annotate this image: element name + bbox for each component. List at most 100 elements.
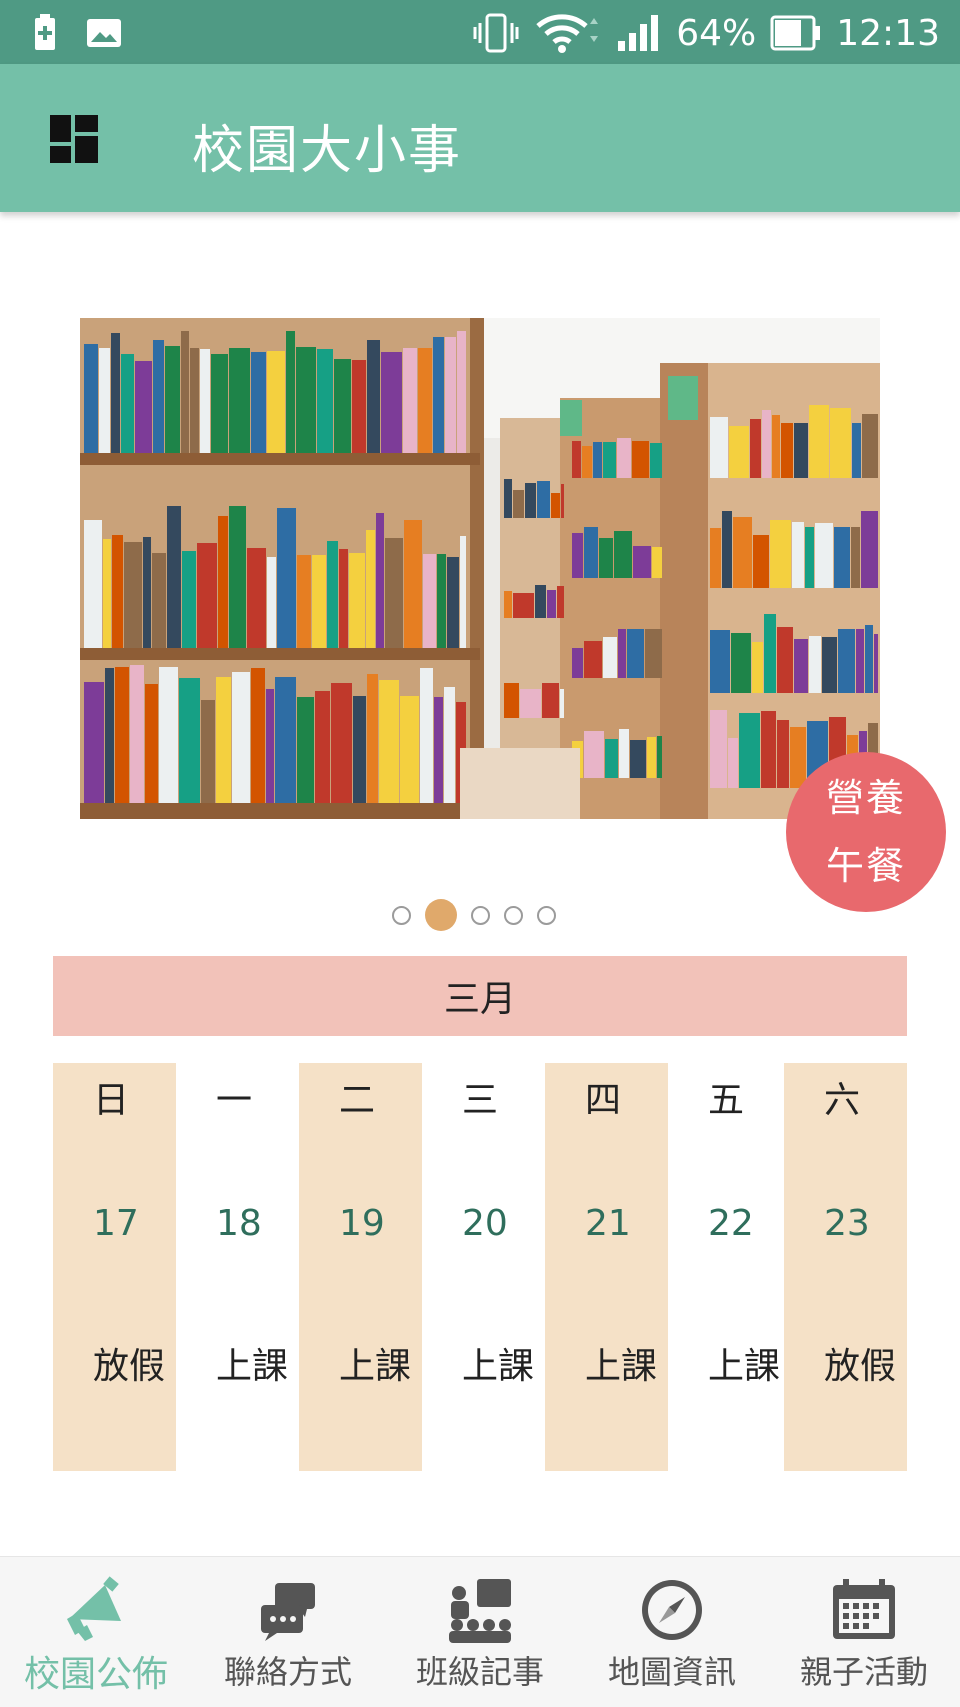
book-spine	[792, 522, 804, 588]
book-spine	[105, 668, 114, 803]
wifi-icon	[536, 14, 599, 53]
book-spine	[722, 511, 732, 588]
book-spine	[216, 677, 231, 803]
book-spine	[729, 426, 749, 478]
battery-charging-icon	[35, 14, 55, 50]
book-spine	[115, 667, 129, 803]
book-spine	[513, 490, 524, 518]
book-spine	[229, 348, 250, 453]
date-number: 23	[824, 1203, 870, 1244]
bottom-navigation: 校園公佈 聯絡方式 班級記事 地圖資訊 親子活動	[0, 1556, 960, 1707]
book-spine	[84, 520, 102, 648]
book-spine	[809, 405, 829, 478]
book-spine	[504, 683, 519, 718]
book-spine	[542, 683, 559, 718]
carousel-dot[interactable]	[392, 905, 411, 925]
book-spine	[770, 520, 791, 588]
book-spine	[750, 419, 761, 478]
book-spine	[447, 557, 459, 648]
book-spine	[627, 629, 644, 678]
weekday-label: 六	[824, 1080, 861, 1121]
book-spine	[830, 408, 851, 478]
book-spine	[752, 642, 763, 693]
clock: 12:13	[836, 12, 940, 54]
book-spine	[781, 423, 793, 478]
badge-line-2: 午餐	[825, 844, 906, 888]
carousel-dot-active[interactable]	[425, 899, 457, 931]
book-spine	[593, 442, 602, 478]
book-spine	[603, 637, 617, 678]
dashboard-icon[interactable]	[50, 115, 98, 163]
book-spine	[762, 410, 771, 478]
book-spine	[403, 348, 417, 453]
book-spine	[777, 720, 789, 788]
book-spine	[339, 549, 348, 648]
day-column-wed[interactable]: 三 20 上課	[422, 1063, 545, 1471]
app-bar: 校園大小事	[0, 64, 960, 212]
book-spine	[315, 691, 330, 803]
book-spine	[229, 506, 246, 648]
book-spine	[297, 697, 314, 803]
book-spine	[547, 590, 556, 618]
nav-label: 地圖資訊	[607, 1653, 736, 1691]
nutrition-lunch-button[interactable]: 營養 午餐	[786, 752, 946, 912]
app-title: 校園大小事	[192, 121, 463, 181]
battery-percent: 64%	[676, 12, 757, 54]
book-spine	[152, 553, 166, 648]
nav-family-activities[interactable]: 親子活動	[768, 1557, 960, 1707]
nav-contact[interactable]: 聯絡方式	[192, 1557, 384, 1707]
book-spine	[267, 351, 285, 453]
book-spine	[874, 634, 878, 693]
carousel-dot[interactable]	[504, 905, 523, 925]
day-column-thu[interactable]: 四 21 上課	[545, 1063, 668, 1471]
carousel-dot[interactable]	[471, 905, 490, 925]
book-spine	[385, 538, 403, 648]
book-spine	[535, 585, 546, 618]
nav-map-info[interactable]: 地圖資訊	[576, 1557, 768, 1707]
library-bookshelves-photo[interactable]	[80, 318, 880, 819]
book-spine	[111, 333, 120, 453]
book-spine	[159, 667, 178, 803]
banner-image	[80, 318, 880, 819]
carousel-dot[interactable]	[537, 905, 556, 925]
day-column-tue[interactable]: 二 19 上課	[299, 1063, 422, 1471]
book-spine	[124, 542, 142, 648]
book-spine	[153, 340, 164, 453]
book-spine	[614, 531, 632, 578]
book-spine	[630, 740, 646, 778]
book-spine	[865, 625, 873, 693]
nav-label: 班級記事	[415, 1653, 544, 1691]
book-spine	[551, 493, 560, 518]
class-icon	[449, 1579, 511, 1643]
book-spine	[84, 344, 98, 453]
book-spine	[143, 537, 151, 648]
book-spine	[605, 739, 618, 778]
book-spine	[327, 541, 338, 648]
book-spine	[731, 633, 751, 693]
chat-icon	[261, 1583, 315, 1641]
book-spine	[167, 506, 181, 648]
nav-campus-announcements[interactable]: 校園公佈	[0, 1557, 192, 1707]
day-column-sat[interactable]: 六 23 放假	[784, 1063, 907, 1471]
book-spine	[367, 674, 378, 803]
day-column-sun[interactable]: 日 17 放假	[53, 1063, 176, 1471]
book-spine	[444, 687, 455, 803]
book-spine	[733, 517, 752, 588]
vibrate-icon	[473, 13, 519, 53]
book-spine	[457, 331, 466, 453]
book-spine	[794, 639, 808, 693]
book-spine	[420, 668, 433, 803]
book-spine	[584, 527, 598, 578]
book-spine	[367, 340, 380, 453]
day-column-fri[interactable]: 五 22 上課	[668, 1063, 791, 1471]
day-column-mon[interactable]: 一 18 上課	[176, 1063, 299, 1471]
book-spine	[251, 668, 265, 803]
book-spine	[286, 331, 295, 453]
book-spine	[862, 414, 878, 478]
badge-line-1: 營養	[825, 776, 906, 820]
status-bar: 64% 12:13	[0, 0, 960, 64]
nav-class-notes[interactable]: 班級記事	[384, 1557, 576, 1707]
book-spine	[790, 727, 806, 788]
book-spine	[809, 636, 821, 693]
book-spine	[525, 483, 536, 518]
